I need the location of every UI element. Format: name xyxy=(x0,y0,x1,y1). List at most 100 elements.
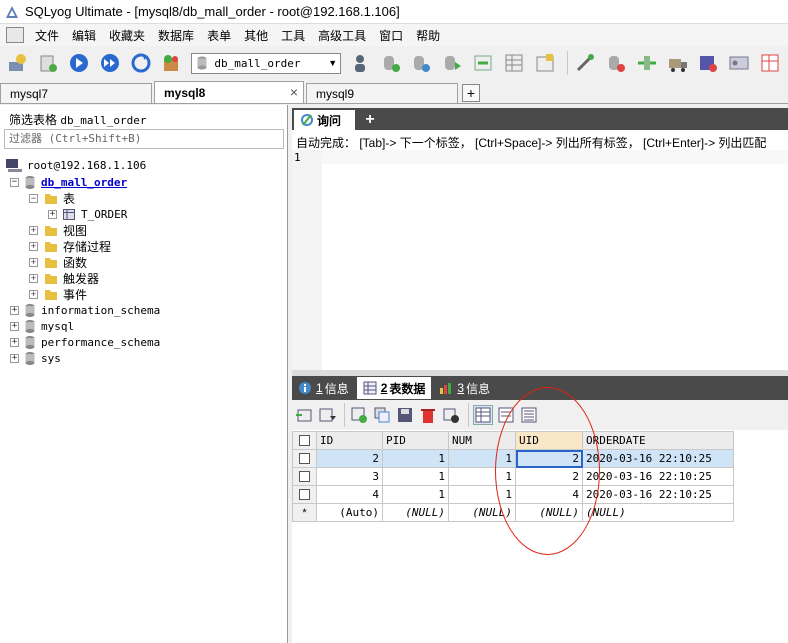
tree-table-t-order[interactable]: + T_ORDER xyxy=(48,206,127,222)
compare-button[interactable] xyxy=(634,50,660,76)
expand-icon[interactable]: + xyxy=(10,337,19,347)
new-connection-button[interactable] xyxy=(4,50,30,76)
add-row-button[interactable] xyxy=(349,405,369,425)
expand-icon[interactable]: + xyxy=(48,209,57,219)
expand-icon[interactable]: + xyxy=(29,289,38,299)
connection-tab-mysql8[interactable]: mysql8 × xyxy=(154,81,304,103)
collapse-icon[interactable]: − xyxy=(29,193,38,203)
expand-icon[interactable]: + xyxy=(29,273,38,283)
menu-database[interactable]: 数据库 xyxy=(153,27,202,44)
window-menu-icon[interactable] xyxy=(6,27,24,43)
database-select[interactable]: db_mall_order ▼ xyxy=(191,52,341,74)
menu-advanced-tools[interactable]: 高级工具 xyxy=(313,27,374,44)
cell-id[interactable]: 2 xyxy=(316,449,383,468)
checkbox[interactable] xyxy=(299,471,310,483)
migration-button[interactable] xyxy=(665,50,691,76)
query-builder-button[interactable] xyxy=(572,50,598,76)
connection-tab-mysql9[interactable]: mysql9 xyxy=(306,83,458,103)
column-header-pid[interactable]: PID xyxy=(382,431,449,450)
cell-pid[interactable]: 1 xyxy=(382,485,449,504)
expand-icon[interactable]: + xyxy=(29,225,38,235)
tree-folder-procedures[interactable]: + 存储过程 xyxy=(29,238,111,254)
checkbox[interactable] xyxy=(299,435,310,447)
user-manager-button[interactable] xyxy=(347,50,373,76)
row-checkbox[interactable] xyxy=(292,449,317,468)
tree-db-selected[interactable]: − db_mall_order xyxy=(10,174,127,190)
tree-db-performance-schema[interactable]: + performance_schema xyxy=(10,334,160,350)
new-query-button[interactable] xyxy=(35,50,61,76)
cell-orderdate[interactable]: 2020-03-16 22:10:25 xyxy=(582,467,734,486)
close-icon[interactable]: × xyxy=(290,84,298,100)
cell-orderdate[interactable]: (NULL) xyxy=(582,503,734,522)
cell-pid[interactable]: (NULL) xyxy=(382,503,449,522)
expand-icon[interactable]: + xyxy=(10,321,19,331)
checkbox[interactable] xyxy=(299,489,310,501)
refresh-button[interactable] xyxy=(128,50,154,76)
cell-orderdate[interactable]: 2020-03-16 22:10:25 xyxy=(582,485,734,504)
tab-messages-3[interactable]: 3 信息 xyxy=(433,377,496,399)
expand-icon[interactable]: + xyxy=(10,305,19,315)
add-connection-tab-button[interactable]: + xyxy=(462,84,480,102)
expand-icon[interactable]: + xyxy=(10,353,19,363)
expand-icon[interactable]: + xyxy=(29,257,38,267)
tree-folder-triggers[interactable]: + 触发器 xyxy=(29,270,99,286)
favorites-button[interactable] xyxy=(158,50,184,76)
row-checkbox[interactable] xyxy=(292,485,317,504)
cell-pid[interactable]: 1 xyxy=(382,467,449,486)
execute-query-button[interactable] xyxy=(66,50,92,76)
tree-db-mysql[interactable]: + mysql xyxy=(10,318,74,334)
cancel-changes-button[interactable] xyxy=(441,405,461,425)
checkbox[interactable] xyxy=(299,453,310,465)
tab-table-data[interactable]: 2 表数据 xyxy=(356,377,432,399)
insert-row-button[interactable] xyxy=(294,405,314,425)
connection-tab-mysql7[interactable]: mysql7 xyxy=(0,83,152,103)
tree-folder-events[interactable]: + 事件 xyxy=(29,286,87,302)
tree-db-information-schema[interactable]: + information_schema xyxy=(10,302,160,318)
more-tools-button[interactable] xyxy=(757,50,783,76)
cell-id[interactable]: 3 xyxy=(316,467,383,486)
cell-pid[interactable]: 1 xyxy=(382,449,449,468)
tree-connection[interactable]: root@192.168.1.106 xyxy=(6,157,146,173)
notifications-button[interactable] xyxy=(726,50,752,76)
db-tools-button[interactable] xyxy=(603,50,629,76)
row-checkbox[interactable] xyxy=(292,467,317,486)
save-button[interactable] xyxy=(395,405,415,425)
execute-all-button[interactable] xyxy=(97,50,123,76)
tree-folder-tables[interactable]: − 表 xyxy=(29,190,75,206)
view-mode-button[interactable] xyxy=(317,405,337,425)
menu-window[interactable]: 窗口 xyxy=(374,27,411,44)
restore-button[interactable] xyxy=(408,50,434,76)
menu-favorites[interactable]: 收藏夹 xyxy=(104,27,153,44)
tab-query[interactable]: 询问 xyxy=(294,110,356,130)
select-all-checkbox[interactable] xyxy=(292,431,317,450)
tree-db-sys[interactable]: + sys xyxy=(10,350,61,366)
grid-view-button[interactable] xyxy=(473,405,493,425)
export-button[interactable] xyxy=(439,50,465,76)
cell-orderdate[interactable]: 2020-03-16 22:10:25 xyxy=(582,449,734,468)
structure-button[interactable] xyxy=(532,50,558,76)
sync-button[interactable] xyxy=(470,50,496,76)
menu-table[interactable]: 表单 xyxy=(202,27,239,44)
schema-button[interactable] xyxy=(501,50,527,76)
menu-file[interactable]: 文件 xyxy=(30,27,67,44)
menu-help[interactable]: 帮助 xyxy=(411,27,448,44)
duplicate-row-button[interactable] xyxy=(372,405,392,425)
menu-edit[interactable]: 编辑 xyxy=(67,27,104,44)
add-query-tab-button[interactable]: + xyxy=(361,111,379,129)
tree-folder-functions[interactable]: + 函数 xyxy=(29,254,87,270)
backup-button[interactable] xyxy=(378,50,404,76)
expand-icon[interactable]: + xyxy=(29,241,38,251)
sql-editor[interactable]: 自动完成： [Tab]-> 下一个标签， [Ctrl+Space]-> 列出所有… xyxy=(292,130,788,370)
cell-id[interactable]: 4 xyxy=(316,485,383,504)
menu-tools[interactable]: 工具 xyxy=(276,27,313,44)
tab-messages-1[interactable]: 1 信息 xyxy=(292,377,355,399)
delete-button[interactable] xyxy=(418,405,438,425)
collapse-icon[interactable]: − xyxy=(10,177,19,187)
tree-folder-views[interactable]: + 视图 xyxy=(29,222,87,238)
column-header-orderdate[interactable]: ORDERDATE xyxy=(582,431,734,450)
filter-input[interactable]: 过滤器 (Ctrl+Shift+B) xyxy=(4,129,284,149)
scheduler-button[interactable] xyxy=(695,50,721,76)
cell-id[interactable]: (Auto) xyxy=(316,503,383,522)
menu-other[interactable]: 其他 xyxy=(239,27,276,44)
column-header-id[interactable]: ID xyxy=(316,431,383,450)
